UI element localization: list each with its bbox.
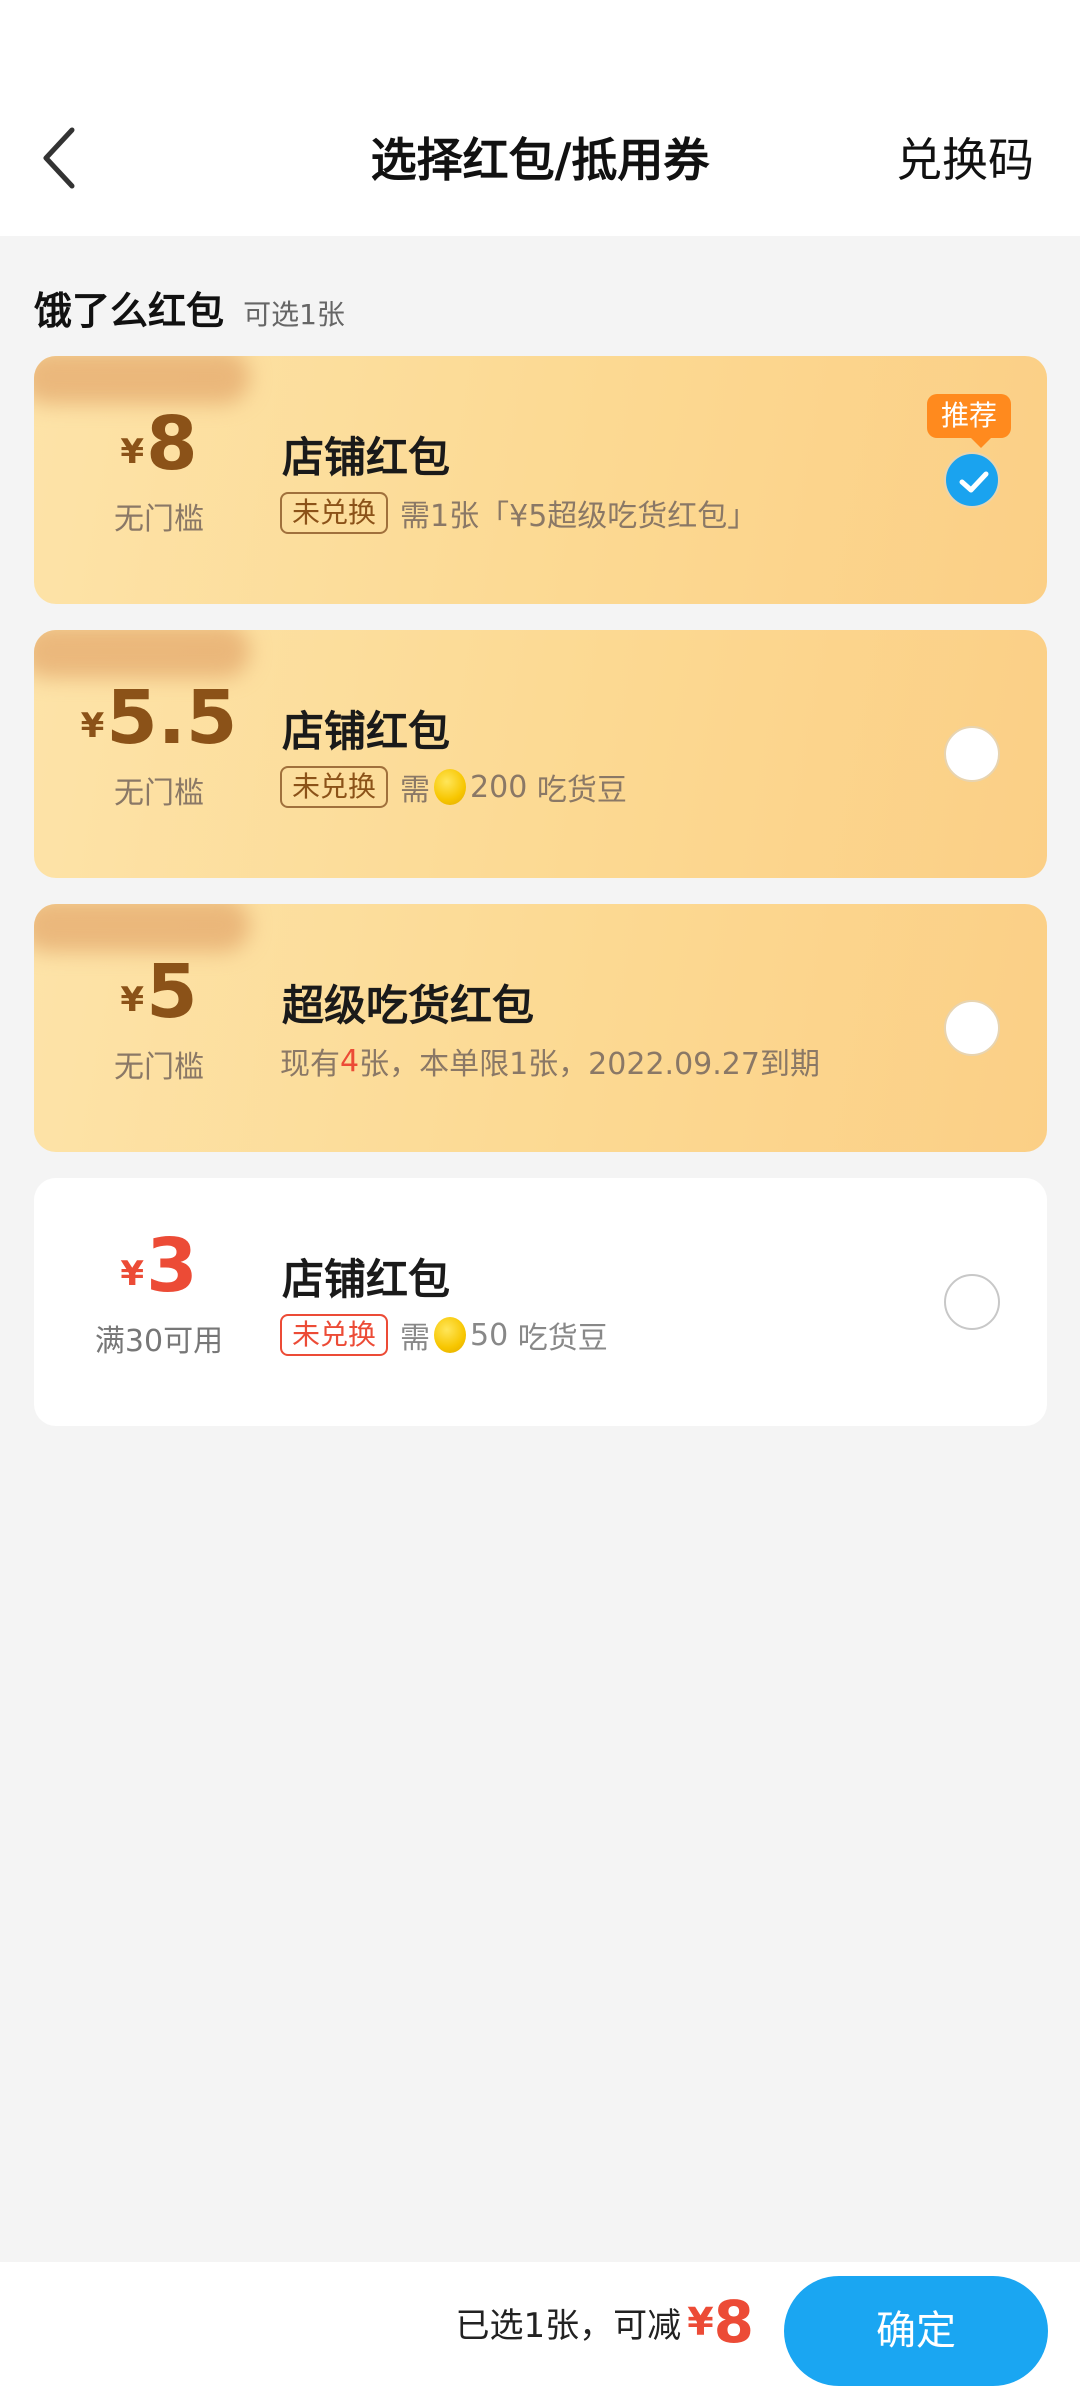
currency-symbol: ¥ <box>80 706 105 746</box>
coupon-amount: ¥8 <box>34 404 284 484</box>
status-tag: 未兑换 <box>280 492 389 534</box>
coupon-amount: ¥3 <box>34 1226 284 1306</box>
bean-unit: 吃货豆 <box>536 773 627 808</box>
amount-value: 5.5 <box>106 675 238 761</box>
bottom-bar: 已选1张，可减 ¥ 8 确定 <box>0 2262 1080 2400</box>
section-header: 饿了么红包 可选1张 <box>34 280 345 333</box>
coupon-title: 店铺红包 <box>282 433 451 482</box>
currency-symbol: ¥ <box>687 2300 714 2344</box>
select-radio-checked[interactable] <box>944 452 1000 508</box>
coupon-count: 4 <box>340 1043 360 1079</box>
coupon-description: 未兑换 需 50 吃货豆 <box>280 1313 608 1357</box>
coupon-description: 未兑换 需 200 吃货豆 <box>280 765 627 809</box>
check-icon <box>959 471 989 493</box>
currency-symbol: ¥ <box>120 980 145 1020</box>
coupon-title: 店铺红包 <box>282 707 451 756</box>
amount-value: 3 <box>146 1223 198 1309</box>
coupon-card[interactable]: ¥3 满30可用 店铺红包 未兑换 需 50 吃货豆 <box>34 1178 1047 1426</box>
coupon-card[interactable]: ¥5 无门槛 超级吃货红包 现有 4 张，本单限1张，2022.09.27到期 <box>34 904 1047 1152</box>
section-title: 饿了么红包 <box>34 289 225 333</box>
select-radio[interactable] <box>944 1274 1000 1330</box>
bean-icon <box>434 1317 467 1353</box>
bean-icon <box>434 769 467 805</box>
coupon-description: 未兑换 需1张「¥5超级吃货红包」 <box>280 491 757 535</box>
amount-value: 5 <box>146 949 198 1035</box>
requirement-text: 需1张「¥5超级吃货红包」 <box>400 499 758 534</box>
requirement-prefix: 需 <box>400 773 431 808</box>
bean-count: 50 <box>470 1317 509 1353</box>
status-tag: 未兑换 <box>280 1314 389 1356</box>
desc-text: 张，本单限1张，2022.09.27到期 <box>359 1047 820 1082</box>
desc-text: 现有 <box>280 1047 340 1082</box>
coupon-condition: 无门槛 <box>114 1050 204 1085</box>
blurred-label <box>34 904 250 952</box>
top-bar: 选择红包/抵用券 兑换码 <box>0 0 1080 236</box>
requirement-prefix: 需 <box>400 1321 431 1356</box>
coupon-amount: ¥5 <box>34 952 284 1032</box>
coupon-description: 现有 4 张，本单限1张，2022.09.27到期 <box>280 1039 820 1083</box>
coupon-title: 超级吃货红包 <box>282 981 535 1030</box>
summary-text: 已选1张，可减 <box>455 2305 682 2346</box>
recommended-badge: 推荐 <box>927 394 1012 448</box>
bean-unit: 吃货豆 <box>517 1321 608 1356</box>
select-radio[interactable] <box>944 726 1000 782</box>
redeem-code-button[interactable]: 兑换码 <box>896 124 1034 190</box>
coupon-condition: 满30可用 <box>94 1324 224 1359</box>
bean-count: 200 <box>470 769 528 805</box>
coupon-condition: 无门槛 <box>114 502 204 537</box>
confirm-button[interactable]: 确定 <box>784 2276 1048 2386</box>
coupon-condition: 无门槛 <box>114 776 204 811</box>
coupon-amount: ¥5.5 <box>34 678 284 758</box>
blurred-label <box>34 630 250 678</box>
status-tag: 未兑换 <box>280 766 389 808</box>
coupon-card[interactable]: ¥8 无门槛 店铺红包 未兑换 需1张「¥5超级吃货红包」 推荐 <box>34 356 1047 604</box>
currency-symbol: ¥ <box>120 432 145 472</box>
section-note: 可选1张 <box>243 298 345 331</box>
coupon-title: 店铺红包 <box>282 1255 451 1304</box>
amount-value: 8 <box>146 401 198 487</box>
coupon-card[interactable]: ¥5.5 无门槛 店铺红包 未兑换 需 200 吃货豆 <box>34 630 1047 878</box>
blurred-label <box>34 356 250 404</box>
discount-amount: 8 <box>713 2288 754 2356</box>
selection-summary: 已选1张，可减 ¥ 8 <box>456 2282 754 2362</box>
currency-symbol: ¥ <box>120 1254 145 1294</box>
select-radio[interactable] <box>944 1000 1000 1056</box>
